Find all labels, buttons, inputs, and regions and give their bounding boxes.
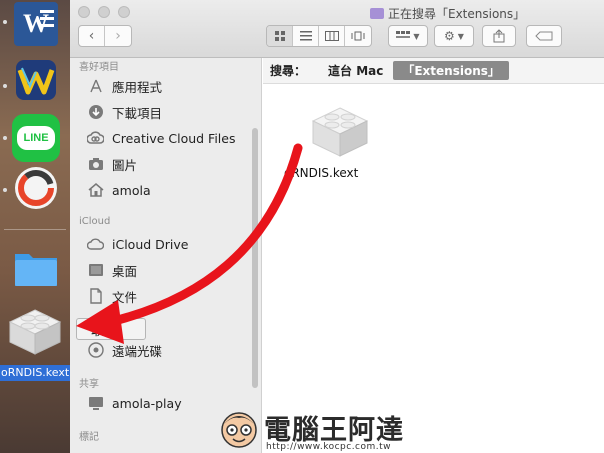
creative-cloud-icon [87,130,104,147]
sidebar: 喜好項目 應用程式 下載項目 Creative Cloud Files 圖片 a… [70,58,262,453]
folder-icon[interactable] [13,246,59,290]
home-icon [87,182,104,199]
applications-icon [87,78,104,95]
document-icon [87,288,104,305]
mascot-icon [221,412,257,448]
camera-icon [87,156,104,173]
disc-icon [87,342,104,359]
display-icon [87,395,104,412]
tags-button[interactable] [526,25,562,47]
chevron-down-icon: ▼ [457,31,464,41]
zoom-button[interactable] [118,6,130,18]
titlebar: 正在搜尋「Extensions」 ‹ › ▼ ⚙ ▼ [70,0,604,58]
forward-button[interactable]: › [105,26,131,46]
sidebar-section-icloud: iCloud [79,216,111,227]
sidebar-item-creative-cloud[interactable]: Creative Cloud Files [87,127,236,149]
view-mode-control [266,25,372,47]
sidebar-section-tags: 標記 [79,432,99,443]
file-name: oRNDIS.kext [284,166,359,180]
action-button[interactable]: ⚙ ▼ [434,25,474,47]
webstorm-like-app-icon[interactable] [12,56,60,104]
cloud-icon [87,236,104,253]
running-indicator [3,20,7,24]
back-forward-control: ‹ › [78,25,132,47]
sidebar-scrollbar[interactable] [252,128,258,388]
list-view-icon[interactable] [293,26,319,46]
drag-drop-tooltip: 取補 [76,318,146,340]
gear-icon: ⚙ [444,29,455,43]
running-indicator [3,136,7,140]
sidebar-item-documents[interactable]: 文件 [87,285,137,307]
column-view-icon[interactable] [319,26,345,46]
search-label: 搜尋： [270,64,307,78]
sidebar-item-remote-disc[interactable]: 遠端光碟 [87,339,162,361]
sidebar-section-shared: 共享 [79,379,99,390]
cover-flow-view-icon[interactable] [345,26,371,46]
line-app-icon[interactable]: LINE [12,114,60,162]
file-item[interactable] [280,98,400,164]
sidebar-item-home[interactable]: amola [87,179,151,201]
donut-app-icon[interactable] [12,164,60,212]
sidebar-item-amola-play[interactable]: amola-play [87,392,182,414]
dragged-item-label: oRNDIS.kext [0,365,70,381]
close-button[interactable] [78,6,90,18]
dock: W LINE oRNDIS.kext [0,0,70,453]
dock-separator [4,229,66,230]
sidebar-section-favorites: 喜好項目 [79,62,119,73]
finder-window: 正在搜尋「Extensions」 ‹ › ▼ ⚙ ▼ 喜好項目 應用程式 下載項… [70,0,604,453]
search-scope-this-mac[interactable]: 這台 Mac [328,62,383,79]
search-scope-extensions[interactable]: 「Extensions」 [393,61,509,80]
arrange-button[interactable]: ▼ [388,25,428,47]
kext-bundle-icon [311,107,369,157]
downloads-icon [87,104,104,121]
back-button[interactable]: ‹ [79,26,105,46]
running-indicator [3,188,7,192]
sidebar-item-pictures[interactable]: 圖片 [87,153,137,175]
minimize-button[interactable] [98,6,110,18]
watermark: 電腦王阿達 http://www.kocpc.com.tw [216,406,596,452]
folder-icon [370,8,384,19]
desktop-icon [87,262,104,279]
sidebar-item-downloads[interactable]: 下載項目 [87,101,162,123]
share-button[interactable] [482,25,516,47]
sidebar-item-applications[interactable]: 應用程式 [87,75,162,97]
icon-view-icon[interactable] [267,26,293,46]
running-indicator [3,84,7,88]
search-scope-bar: 搜尋： 這台 Mac 「Extensions」 [263,58,604,84]
sidebar-item-desktop[interactable]: 桌面 [87,259,137,281]
sidebar-item-icloud-drive[interactable]: iCloud Drive [87,233,188,255]
chevron-down-icon: ▼ [413,31,420,41]
watermark-url: http://www.kocpc.com.tw [266,442,392,452]
word-app-icon[interactable]: W [14,2,58,46]
window-title: 正在搜尋「Extensions」 [370,5,525,22]
kext-bundle-icon[interactable] [4,296,66,358]
